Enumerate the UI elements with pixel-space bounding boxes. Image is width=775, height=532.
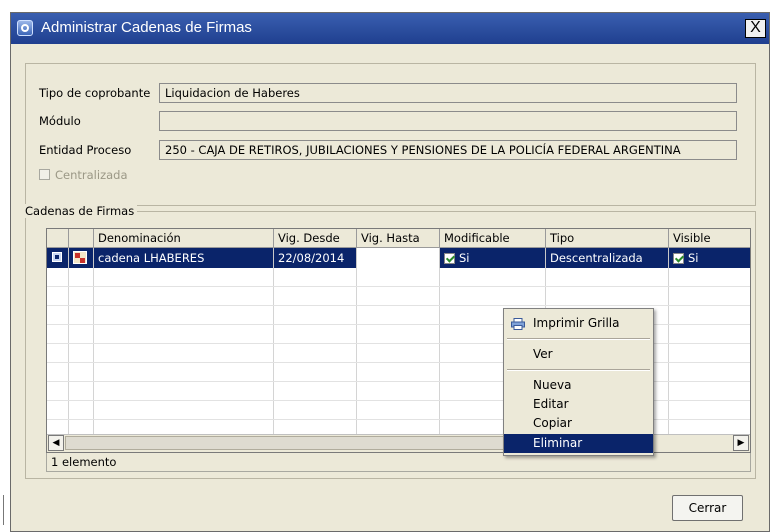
scroll-thumb[interactable] [65,436,505,450]
cadenas-legend: Cadenas de Firmas [22,204,138,218]
centralizada-label: Centralizada [55,168,128,182]
menu-item-ver[interactable]: Ver [504,345,653,364]
window-title: Administrar Cadenas de Firmas [41,19,252,36]
col-vig-hasta[interactable]: Vig. Hasta [357,229,440,247]
app-icon [17,20,33,36]
col-vig-desde[interactable]: Vig. Desde [274,229,357,247]
menu-item-editar[interactable]: Editar [504,395,653,414]
cell-visible: Si [669,248,750,268]
edge-mark [3,495,4,525]
signature-chain-icon [73,251,87,264]
tipo-label: Tipo de coprobante [39,86,151,100]
grid-line [47,305,750,306]
entidad-field[interactable]: 250 - CAJA DE RETIROS, JUBILACIONES Y PE… [159,140,737,160]
cell-modificable: Si [440,248,546,268]
tipo-field[interactable]: Liquidacion de Haberes [159,83,737,103]
modificable-value: Si [459,251,470,265]
table-row[interactable]: cadena LHABERES 22/08/2014 Si Descentral… [47,248,750,268]
context-menu: Imprimir Grilla Ver Nueva Editar Copiar … [503,308,654,456]
dialog-window: Administrar Cadenas de Firmas X Tipo de … [10,12,770,532]
grid-line [93,268,94,434]
menu-separator [507,369,650,371]
menu-label: Imprimir Grilla [533,316,620,330]
col-modificable[interactable]: Modificable [440,229,546,247]
grid-line [273,268,274,434]
grid-line [439,268,440,434]
cell-denominacion: cadena LHABERES [94,248,274,268]
menu-separator [507,338,650,340]
scroll-right-button[interactable]: ▶ [733,435,749,451]
cell-tipo: Descentralizada [546,248,669,268]
col-select [47,229,69,247]
col-tipo[interactable]: Tipo [546,229,669,247]
printer-icon [511,317,525,330]
cell-vig-hasta [357,248,440,268]
menu-item-imprimir-grilla[interactable]: Imprimir Grilla [504,314,653,333]
checkbox-checked-icon [673,253,684,264]
grid-line [47,286,750,287]
grid-header: Denominación Vig. Desde Vig. Hasta Modif… [47,229,750,248]
centralizada-checkbox[interactable] [39,169,50,180]
entidad-label: Entidad Proceso [39,143,132,157]
row-selector[interactable] [47,248,69,268]
cerrar-button[interactable]: Cerrar [672,495,743,521]
grid-line [68,268,69,434]
visible-value: Si [688,251,699,265]
menu-item-eliminar[interactable]: Eliminar [504,434,653,453]
title-bar[interactable]: Administrar Cadenas de Firmas X [11,13,769,44]
menu-item-nueva[interactable]: Nueva [504,376,653,395]
grid-line [356,268,357,434]
col-visible[interactable]: Visible [669,229,750,247]
grid-line [668,268,669,434]
scroll-left-button[interactable]: ◀ [48,435,64,451]
row-selected-icon [52,252,62,262]
col-icon [69,229,94,247]
checkbox-checked-icon [444,253,455,264]
modulo-field[interactable] [159,111,737,131]
menu-item-copiar[interactable]: Copiar [504,414,653,433]
row-type-icon-cell [69,248,94,268]
close-button[interactable]: X [745,19,766,38]
cell-vig-desde: 22/08/2014 [274,248,357,268]
col-denominacion[interactable]: Denominación [94,229,274,247]
modulo-label: Módulo [39,114,81,128]
